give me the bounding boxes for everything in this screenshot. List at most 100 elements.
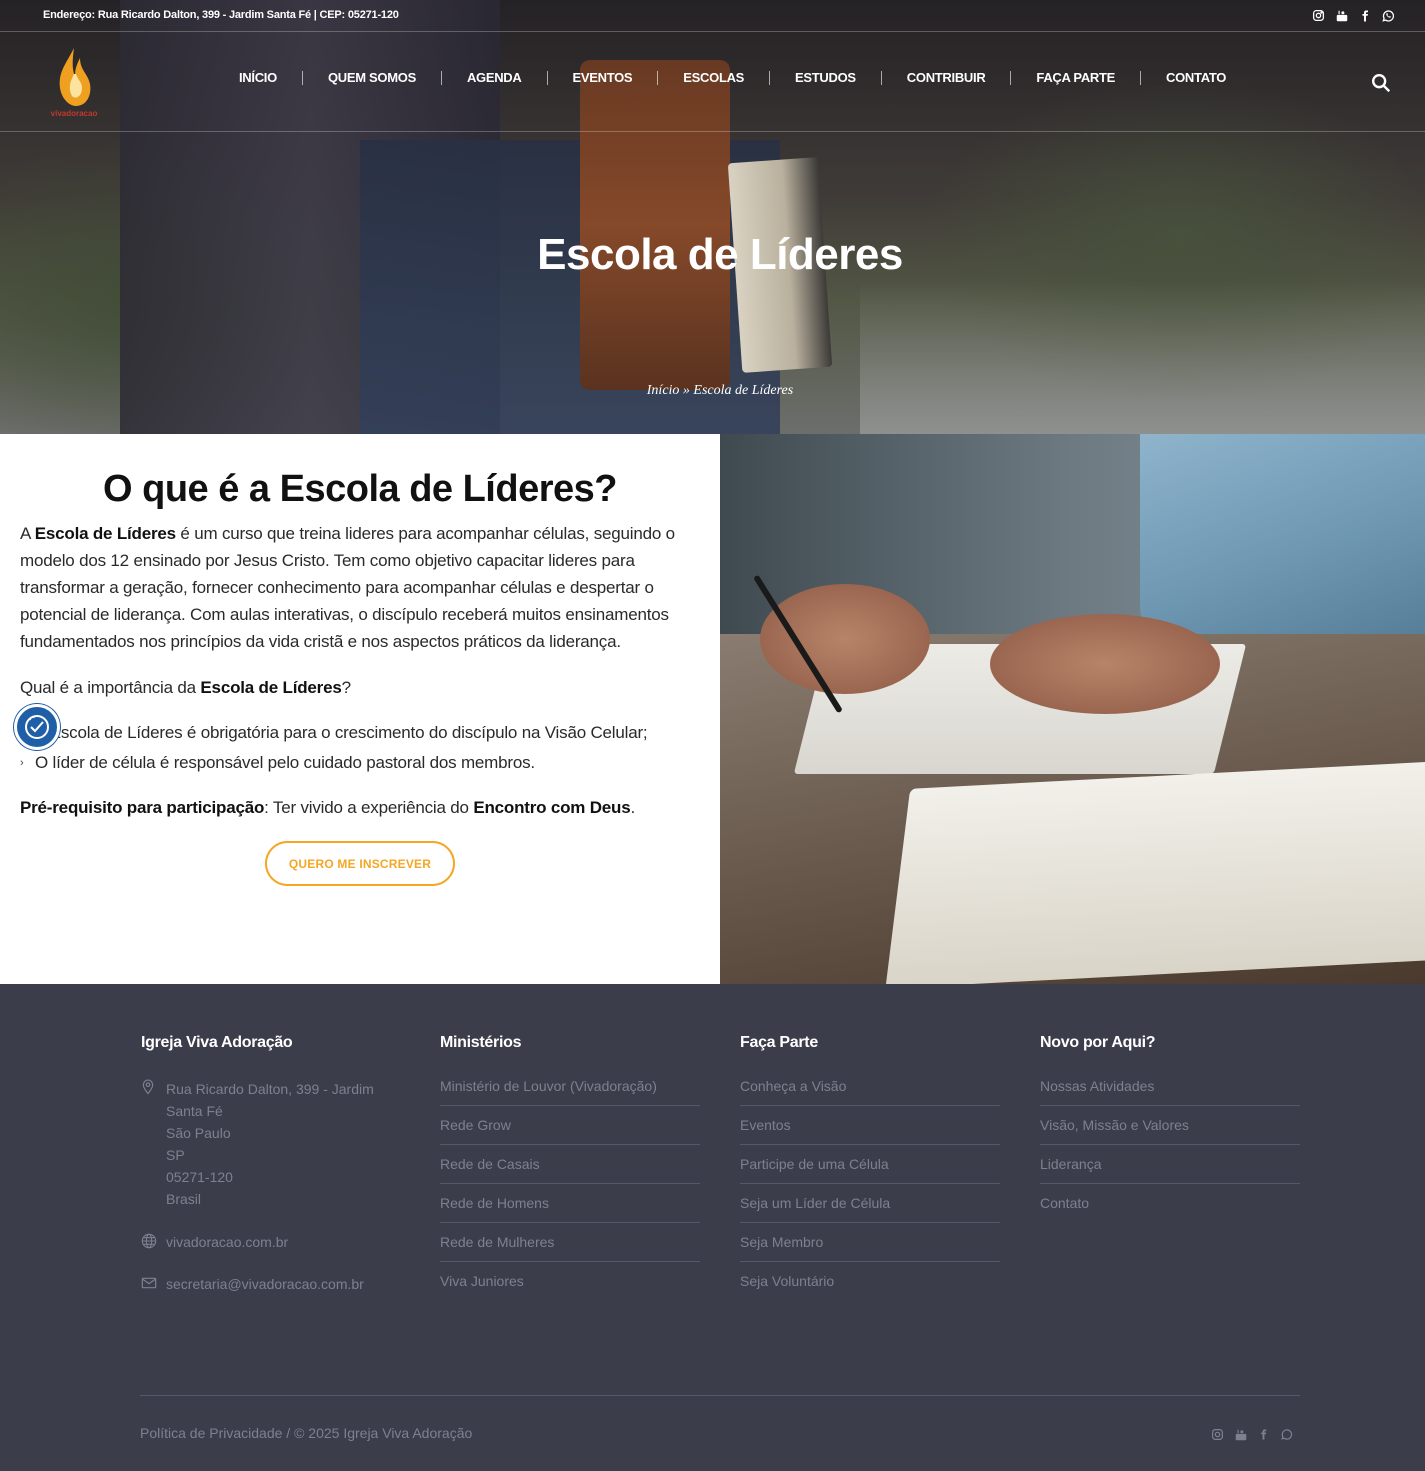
breadcrumb-current: Escola de Líderes [693, 383, 794, 398]
main-menu: INÍCIO QUEM SOMOS AGENDA EVENTOS ESCOLAS… [214, 70, 1251, 85]
address-lines: Rua Ricardo Dalton, 399 - Jardim Santa F… [166, 1078, 374, 1210]
hero-banner: Endereço: Rua Ricardo Dalton, 399 - Jard… [0, 0, 1425, 434]
prerequisite-bold: Encontro com Deus [473, 798, 631, 817]
page-title: Escola de Líderes [537, 230, 903, 279]
nav-item-eventos[interactable]: EVENTOS [548, 70, 658, 85]
top-bar: Endereço: Rua Ricardo Dalton, 399 - Jard… [0, 0, 1425, 32]
footer-link[interactable]: Nossas Atividades [1040, 1067, 1300, 1106]
footer-link[interactable]: Seja Voluntário [740, 1262, 1000, 1301]
prerequisite-paragraph: Pré-requisito para participação: Ter viv… [20, 794, 700, 821]
footer-link[interactable]: Seja um Líder de Célula [740, 1184, 1000, 1223]
prerequisite-label: Pré-requisito para participação [20, 798, 265, 817]
nav-item-inicio[interactable]: INÍCIO [214, 70, 302, 85]
facebook-icon[interactable] [1256, 1427, 1271, 1442]
footer-link[interactable]: Ministério de Louvor (Vivadoração) [440, 1067, 700, 1106]
address-line: Santa Fé [166, 1103, 223, 1119]
address-line: Brasil [166, 1191, 202, 1207]
footer-email: secretaria@vivadoracao.com.br [141, 1274, 401, 1294]
question-text-end: ? [341, 678, 351, 697]
footer-link[interactable]: Contato [1040, 1184, 1300, 1223]
footer-divider [140, 1395, 1300, 1396]
footer-link[interactable]: Conheça a Visão [740, 1067, 1000, 1106]
footer-link[interactable]: Rede de Casais [440, 1145, 700, 1184]
youtube-icon[interactable] [1334, 8, 1349, 23]
footer: Igreja Viva Adoração Rua Ricardo Dalton,… [0, 984, 1425, 1471]
instagram-icon[interactable] [1311, 8, 1326, 23]
question-text-start: Qual é a importância da [20, 678, 201, 697]
footer-link[interactable]: Liderança [1040, 1145, 1300, 1184]
footer-link[interactable]: Viva Juniores [440, 1262, 700, 1301]
study-photo [720, 434, 1425, 984]
photo-bible [885, 759, 1425, 984]
footer-link[interactable]: Eventos [740, 1106, 1000, 1145]
footer-col-church: Igreja Viva Adoração Rua Ricardo Dalton,… [141, 1034, 401, 1294]
location-pin-icon [141, 1078, 166, 1210]
footer-heading: Ministérios [440, 1034, 522, 1051]
nav-item-estudos[interactable]: ESTUDOS [770, 70, 881, 85]
footer-heading: Novo por Aqui? [1040, 1034, 1156, 1051]
youtube-icon[interactable] [1233, 1427, 1248, 1442]
footer-link[interactable]: Rede Grow [440, 1106, 700, 1145]
question-text-bold: Escola de Líderes [200, 678, 342, 697]
address-line: São Paulo [166, 1125, 231, 1141]
list-item-text: O líder de célula é responsável pelo cui… [35, 753, 535, 772]
footer-address: Rua Ricardo Dalton, 399 - Jardim Santa F… [141, 1078, 401, 1210]
intro-paragraph: A Escola de Líderes é um curso que trein… [20, 520, 700, 655]
footer-link[interactable]: Seja Membro [740, 1223, 1000, 1262]
photo-hand-resting [990, 614, 1220, 714]
whatsapp-icon[interactable] [1279, 1427, 1294, 1442]
list-item: › O líder de célula é responsável pelo c… [20, 748, 700, 778]
footer-social-links [1210, 1427, 1294, 1442]
address-line: SP [166, 1147, 185, 1163]
main-navbar: vivadoracao INÍCIO QUEM SOMOS AGENDA EVE… [0, 32, 1425, 132]
nav-item-quem-somos[interactable]: QUEM SOMOS [303, 70, 441, 85]
instagram-icon[interactable] [1210, 1427, 1225, 1442]
top-social-links [1311, 8, 1395, 23]
photo-hand-writing [760, 584, 930, 694]
footer-link[interactable]: Participe de uma Célula [740, 1145, 1000, 1184]
footer-col-faca-parte: Faça Parte Conheça a Visão Eventos Parti… [740, 1034, 1000, 1311]
footer-heading: Igreja Viva Adoração [141, 1034, 293, 1051]
footer-heading: Faça Parte [740, 1034, 818, 1051]
footer-col-ministerios: Ministérios Ministério de Louvor (Vivado… [440, 1034, 700, 1311]
svg-text:vivadoracao: vivadoracao [51, 109, 98, 118]
prerequisite-end: . [630, 798, 636, 817]
address-line: Rua Ricardo Dalton, 399 - Jardim [166, 1081, 374, 1097]
footer-link[interactable]: Rede de Mulheres [440, 1223, 700, 1262]
site-logo[interactable]: vivadoracao [46, 44, 102, 118]
nav-item-contato[interactable]: CONTATO [1141, 70, 1251, 85]
nav-item-escolas[interactable]: ESCOLAS [658, 70, 769, 85]
importance-list: › A Escola de Líderes é obrigatória para… [20, 718, 700, 778]
website-link[interactable]: vivadoracao.com.br [166, 1234, 288, 1250]
breadcrumb: Início » Escola de Líderes [0, 383, 1425, 399]
search-icon[interactable] [1370, 72, 1392, 94]
email-link[interactable]: secretaria@vivadoracao.com.br [166, 1276, 364, 1292]
about-section: O que é a Escola de Líderes? A Escola de… [0, 434, 720, 984]
footer-col-novo-por-aqui: Novo por Aqui? Nossas Atividades Visão, … [1040, 1034, 1300, 1233]
whatsapp-icon[interactable] [1380, 8, 1395, 23]
accessibility-widget-button[interactable] [14, 704, 60, 750]
intro-text-bold: Escola de Líderes [34, 524, 176, 543]
section-title: O que é a Escola de Líderes? [103, 468, 617, 510]
copyright[interactable]: Política de Privacidade / © 2025 Igreja … [140, 1425, 472, 1441]
breadcrumb-home-link[interactable]: Início [647, 383, 680, 398]
nav-item-faca-parte[interactable]: FAÇA PARTE [1011, 70, 1140, 85]
nav-item-agenda[interactable]: AGENDA [442, 70, 547, 85]
nav-item-contribuir[interactable]: CONTRIBUIR [882, 70, 1011, 85]
footer-link[interactable]: Rede de Homens [440, 1184, 700, 1223]
breadcrumb-separator: » [682, 383, 690, 398]
hero-photo-road [860, 280, 1425, 434]
intro-text-start: A [20, 524, 35, 543]
footer-website: vivadoracao.com.br [141, 1232, 401, 1252]
list-item: › A Escola de Líderes é obrigatória para… [20, 718, 700, 748]
top-address: Endereço: Rua Ricardo Dalton, 399 - Jard… [43, 9, 399, 21]
address-line: 05271-120 [166, 1169, 233, 1185]
list-item-text: A Escola de Líderes é obrigatória para o… [35, 723, 648, 742]
facebook-icon[interactable] [1357, 8, 1372, 23]
intro-text-rest: é um curso que treina lideres para acomp… [20, 524, 675, 651]
subscribe-button[interactable]: QUERO ME INSCREVER [265, 841, 455, 886]
chevron-right-icon: › [20, 757, 24, 769]
footer-link[interactable]: Visão, Missão e Valores [1040, 1106, 1300, 1145]
importance-question: Qual é a importância da Escola de Lídere… [20, 674, 700, 701]
mail-icon [141, 1276, 166, 1293]
